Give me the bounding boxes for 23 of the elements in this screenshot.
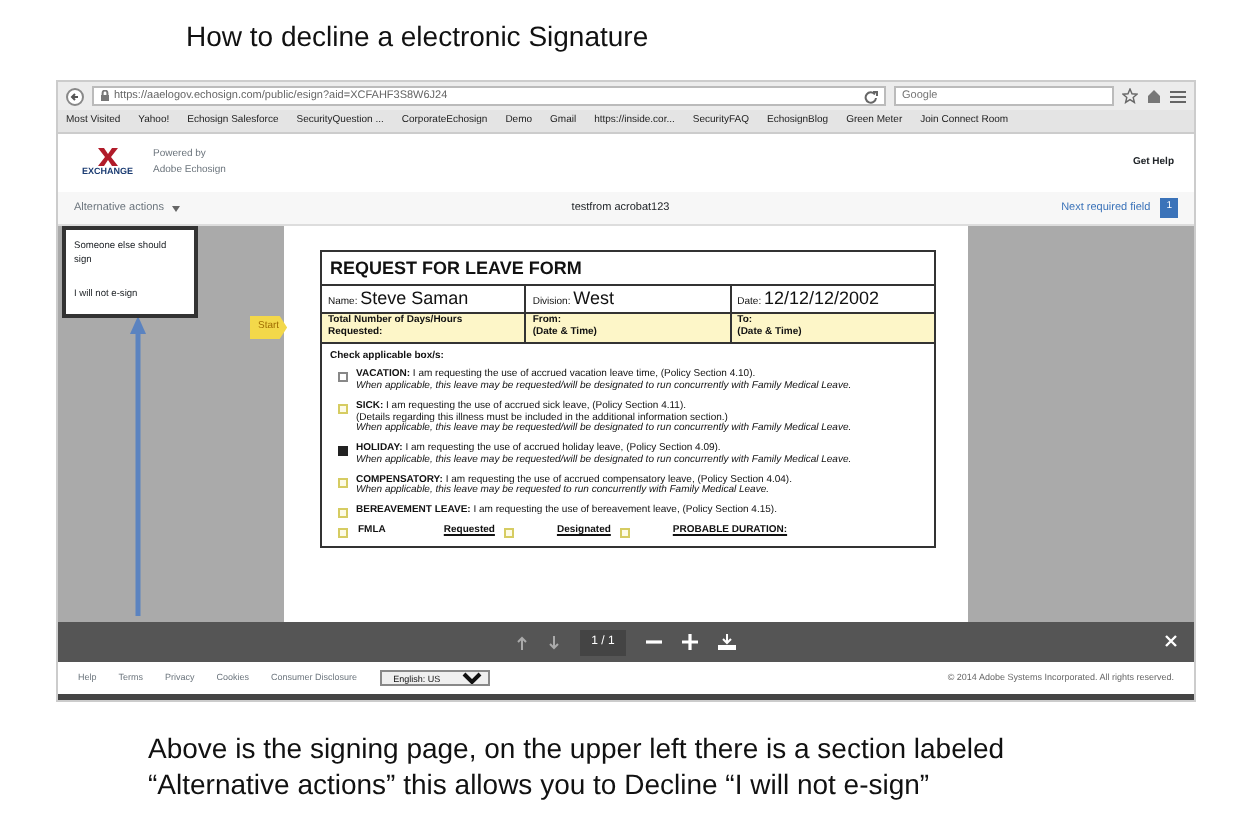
lock-icon [100, 90, 110, 102]
plus-icon[interactable] [682, 634, 699, 650]
menu-icon[interactable] [1170, 89, 1186, 103]
up-arrow-icon[interactable] [515, 635, 528, 649]
caret-icon [171, 205, 180, 211]
close-icon[interactable] [1164, 634, 1178, 648]
download-icon[interactable] [718, 634, 737, 650]
home-icon[interactable] [1146, 88, 1162, 104]
back-icon[interactable] [66, 87, 84, 105]
minus-icon[interactable] [646, 634, 663, 650]
down-arrow-icon[interactable] [547, 635, 560, 649]
field-value: Steve Saman [360, 288, 469, 309]
reload-icon[interactable] [864, 89, 878, 103]
form-title: REQUEST FOR LEAVE FORM [322, 252, 934, 287]
field-value: 12/12/12/2002 [764, 288, 880, 309]
field-value: West [573, 288, 614, 309]
star-icon[interactable] [1122, 88, 1138, 104]
checkbox[interactable] [338, 372, 348, 383]
caption-line: “Alternative actions” this allows you to Decline “I will not e-sign” [148, 766, 932, 802]
checkbox[interactable] [338, 446, 348, 457]
page-title: How to decline a electronic Signature [184, 18, 651, 56]
x-logo-icon [97, 147, 118, 166]
caption-line: Above is the signing page, on the upper left there is a section labeled [148, 730, 1007, 766]
